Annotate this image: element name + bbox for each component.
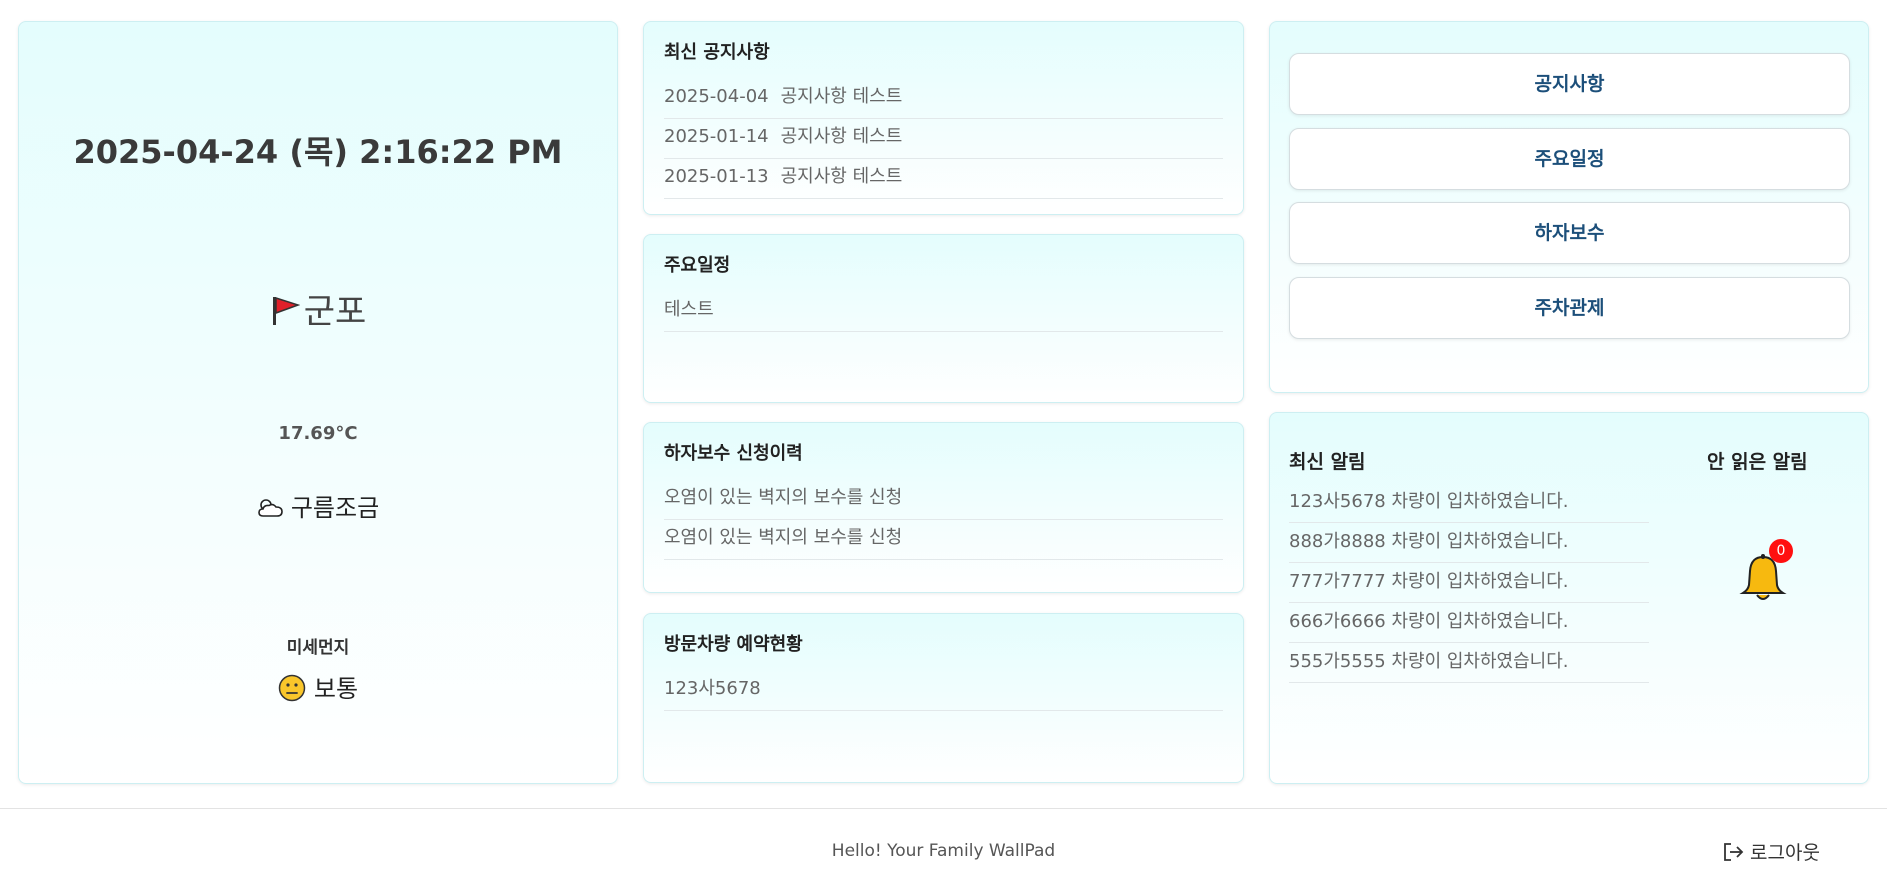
notice-list: 2025-04-04 공지사항 테스트 2025-01-14 공지사항 테스트 20…: [664, 79, 1223, 199]
weather: 구름조금: [19, 488, 617, 523]
dust-label: 미세먼지: [286, 638, 350, 658]
parking-button[interactable]: 주차관제: [1289, 277, 1850, 339]
neutral-face-icon: [278, 674, 306, 702]
notice-title: 최신 공지사항: [664, 42, 770, 63]
visitor-reservation-card: 방문차량 예약현황 123사5678: [643, 613, 1244, 783]
dust: 보통: [19, 669, 617, 704]
notice-date: 2025-01-14: [664, 126, 769, 147]
notice-button[interactable]: 공지사항: [1289, 53, 1850, 115]
repair-title: 하자보수 신청이력: [664, 443, 803, 464]
logout-button[interactable]: 로그아웃: [1722, 838, 1820, 865]
alert-item[interactable]: 888가8888 차량이 입차하였습니다.: [1289, 523, 1649, 563]
alert-item[interactable]: 777가7777 차량이 입차하였습니다.: [1289, 563, 1649, 603]
alerts-title: 최신 알림: [1289, 451, 1366, 473]
visitor-item[interactable]: 123사5678: [664, 671, 1223, 711]
logout-label: 로그아웃: [1750, 842, 1820, 864]
schedule-item[interactable]: 테스트: [664, 292, 1223, 332]
notice-date: 2025-01-13: [664, 166, 769, 187]
sun-behind-cloud-icon: [257, 497, 285, 519]
schedule-list: 테스트: [664, 292, 1223, 332]
temperature: 17.69°C: [278, 423, 358, 444]
schedule-card: 주요일정 테스트: [643, 234, 1244, 403]
info-card: 2025-04-24 (목) 2:16:22 PM 군포 17.69°C 구름조…: [18, 21, 618, 784]
red-flag-icon: [270, 295, 301, 327]
notice-item[interactable]: 2025-01-14 공지사항 테스트: [664, 119, 1223, 159]
alert-item[interactable]: 666가6666 차량이 입차하였습니다.: [1289, 603, 1649, 643]
schedule-button[interactable]: 주요일정: [1289, 128, 1850, 190]
current-datetime: 2025-04-24 (목) 2:16:22 PM: [73, 133, 563, 171]
unread-count-badge: 0: [1769, 539, 1793, 563]
location-name: 군포: [303, 292, 367, 332]
footer-divider: [0, 808, 1887, 809]
alert-item[interactable]: 123사5678 차량이 입차하였습니다.: [1289, 483, 1649, 523]
alerts-card: 최신 알림 123사5678 차량이 입차하였습니다. 888가8888 차량이…: [1269, 412, 1869, 784]
notice-text: 공지사항 테스트: [780, 126, 903, 147]
weather-status: 구름조금: [290, 494, 380, 522]
repair-history-card: 하자보수 신청이력 오염이 있는 벽지의 보수를 신청 오염이 있는 벽지의 보…: [643, 422, 1244, 593]
menu-card: 공지사항 주요일정 하자보수 주차관제: [1269, 21, 1869, 393]
notice-text: 공지사항 테스트: [780, 166, 903, 187]
visitor-title: 방문차량 예약현황: [664, 634, 803, 655]
repair-list: 오염이 있는 벽지의 보수를 신청 오염이 있는 벽지의 보수를 신청: [664, 480, 1223, 560]
notice-item[interactable]: 2025-04-04 공지사항 테스트: [664, 79, 1223, 119]
alert-item[interactable]: 555가5555 차량이 입차하였습니다.: [1289, 643, 1649, 683]
alerts-list: 123사5678 차량이 입차하였습니다. 888가8888 차량이 입차하였습…: [1289, 483, 1649, 683]
notice-text: 공지사항 테스트: [780, 86, 903, 107]
notice-date: 2025-04-04: [664, 86, 769, 107]
visitor-list: 123사5678: [664, 671, 1223, 711]
notice-item[interactable]: 2025-01-13 공지사항 테스트: [664, 159, 1223, 199]
location: 군포: [19, 284, 617, 333]
repair-button[interactable]: 하자보수: [1289, 202, 1850, 264]
unread-alerts-title: 안 읽은 알림: [1707, 451, 1808, 473]
repair-item[interactable]: 오염이 있는 벽지의 보수를 신청: [664, 480, 1223, 520]
footer-text: Hello! Your Family WallPad: [831, 841, 1056, 861]
logout-icon: [1724, 843, 1744, 861]
repair-item[interactable]: 오염이 있는 벽지의 보수를 신청: [664, 520, 1223, 560]
schedule-title: 주요일정: [664, 255, 731, 276]
latest-notice-card: 최신 공지사항 2025-04-04 공지사항 테스트 2025-01-14 공지사…: [643, 21, 1244, 215]
dust-status: 보통: [313, 675, 359, 703]
